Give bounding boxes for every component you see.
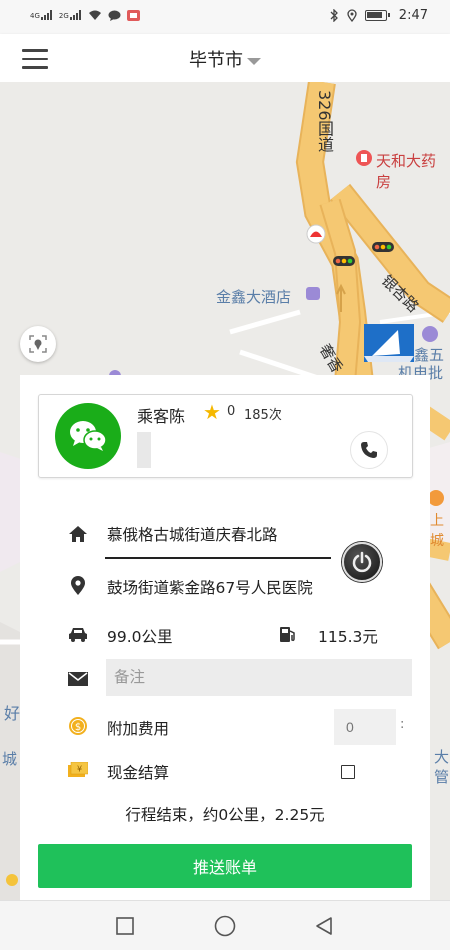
city-selector[interactable]: 毕节市 xyxy=(0,46,450,72)
end-trip-button[interactable] xyxy=(342,542,382,582)
call-button[interactable] xyxy=(350,431,388,469)
map-label-right-shang: 上城 xyxy=(430,513,444,549)
app-notification-icon xyxy=(126,10,140,21)
car-icon xyxy=(69,628,87,642)
map-label-right-da: 大 xyxy=(434,748,450,766)
extra-fee-suffix: : xyxy=(400,717,405,732)
city-label: 毕节市 xyxy=(189,50,243,71)
extra-fee-input[interactable] xyxy=(334,709,396,745)
recent-apps-button[interactable] xyxy=(114,915,136,937)
passenger-placeholder-bar xyxy=(137,432,151,468)
map-label-road-326: 326国道 xyxy=(315,90,334,153)
chevron-down-icon xyxy=(247,57,261,65)
signal-4g-label: 4G xyxy=(30,12,40,20)
status-right: 2:47 xyxy=(330,8,428,23)
passenger-card: 乘客陈 ★ 0 185次 xyxy=(38,394,413,478)
trip-summary: 行程结束，约0公里，2.25元 xyxy=(125,806,325,824)
cash-icon: ¥ xyxy=(68,762,88,777)
passenger-rating: 0 xyxy=(227,404,236,419)
back-button[interactable] xyxy=(313,915,335,937)
message-icon xyxy=(108,10,121,21)
wechat-icon xyxy=(70,421,107,451)
phone-icon xyxy=(361,442,377,458)
trip-panel: 乘客陈 ★ 0 185次 慕俄格古城街道庆春北路 鼓场街道紫金路67号人民医院 xyxy=(20,375,430,900)
bluetooth-icon xyxy=(330,9,338,22)
cash-label: 现金结算 xyxy=(107,764,170,782)
title-bar: 毕节市 xyxy=(0,34,450,82)
battery-icon xyxy=(364,10,390,21)
back-triangle-icon xyxy=(316,917,332,935)
locate-icon xyxy=(29,335,47,353)
status-time: 2:47 xyxy=(398,8,428,23)
square-icon xyxy=(116,917,134,935)
home-button[interactable] xyxy=(214,915,236,937)
push-bill-button[interactable]: 推送账单 xyxy=(38,844,412,888)
signal-2g-icon: 2G xyxy=(59,10,82,20)
status-bar: 4G 2G 2:47 xyxy=(0,0,450,34)
system-nav-bar xyxy=(0,900,450,950)
svg-text:¥: ¥ xyxy=(77,765,82,774)
avatar xyxy=(55,403,121,469)
map-label-left-cheng: 城 xyxy=(2,750,18,768)
locate-button[interactable] xyxy=(20,326,56,362)
mail-icon xyxy=(68,672,88,686)
power-icon xyxy=(352,551,372,573)
trip-distance: 99.0公里 xyxy=(107,628,173,646)
map-label-hotel: 金鑫大酒店 xyxy=(216,288,292,306)
map-label-right-guan: 管 xyxy=(434,768,450,786)
signal-4g-icon: 4G xyxy=(30,10,53,20)
wifi-icon xyxy=(88,10,101,20)
passenger-trips: 185次 xyxy=(244,408,282,423)
signal-2g-label: 2G xyxy=(58,12,69,20)
location-pin-icon xyxy=(71,576,85,595)
coin-icon: $ xyxy=(69,717,87,735)
extra-fee-label: 附加费用 xyxy=(107,720,170,738)
location-status-icon xyxy=(347,9,357,22)
origin-address: 慕俄格古城街道庆春北路 xyxy=(107,526,278,544)
trip-fare: 115.3元 xyxy=(318,628,378,646)
cash-checkbox[interactable] xyxy=(341,765,355,779)
status-left: 4G 2G xyxy=(30,9,140,21)
destination-address: 鼓场街道紫金路67号人民医院 xyxy=(107,579,313,597)
map-label-left-hao: 好 xyxy=(4,704,21,723)
star-icon: ★ xyxy=(203,400,221,424)
note-input[interactable] xyxy=(106,659,412,696)
gas-pump-icon xyxy=(280,627,295,642)
circle-icon xyxy=(214,915,236,937)
home-icon xyxy=(69,526,87,542)
passenger-name: 乘客陈 xyxy=(137,407,186,426)
map-label-pharmacy: 天和大药房 xyxy=(376,152,437,191)
origin-divider xyxy=(105,557,331,559)
svg-text:$: $ xyxy=(75,722,81,733)
